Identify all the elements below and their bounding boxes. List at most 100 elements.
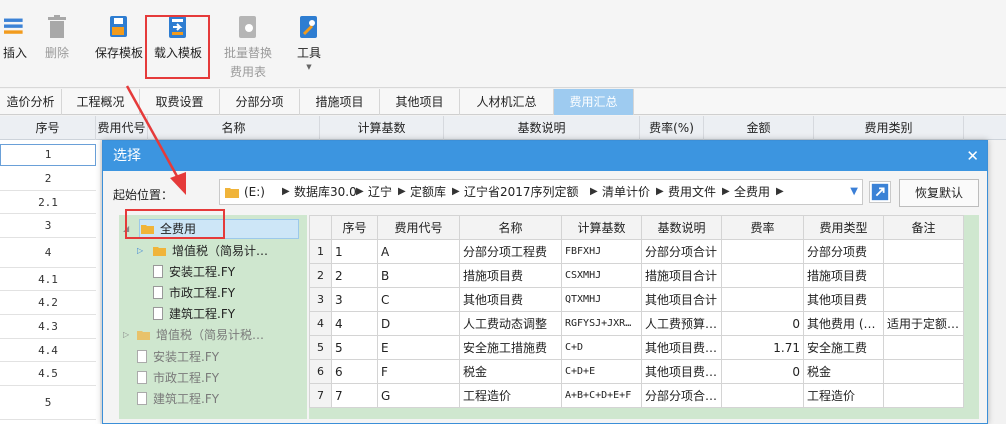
save-template-button[interactable]: 保存模板 xyxy=(92,14,146,61)
tab-measures[interactable]: 措施项目 xyxy=(300,89,380,115)
close-icon[interactable]: ✕ xyxy=(966,141,979,171)
crumb-liaoning[interactable]: 辽宁 xyxy=(368,180,392,204)
table-row[interactable]: 7 7 G 工程造价 A+B+C+D+E+F 分部分项合… 工程造价 xyxy=(309,383,964,408)
tree-node-file[interactable]: 安装工程.FY xyxy=(137,346,219,368)
grid-row[interactable]: 3 xyxy=(0,214,96,238)
expand-icon[interactable]: ▷ xyxy=(123,324,129,346)
crumb-full-fee[interactable]: 全费用 xyxy=(734,180,770,204)
grid-col-rate[interactable]: 费率(%) xyxy=(640,116,704,140)
col-remark[interactable]: 备注 xyxy=(883,215,964,240)
grid-row[interactable]: 4.3 xyxy=(0,315,96,339)
row-number: 2 xyxy=(309,263,332,288)
trash-icon xyxy=(48,15,66,38)
cell-base: C+D xyxy=(561,335,642,360)
table-row[interactable]: 2 2 B 措施项目费 CSXMHJ 措施项目合计 措施项目费 xyxy=(309,263,964,288)
table-row[interactable]: 4 4 D 人工费动态调整 RGFYSJ+JXR… 人工费预算… 0 其他费用 … xyxy=(309,311,964,336)
cell-rate: 0 xyxy=(721,359,804,384)
col-base-desc[interactable]: 基数说明 xyxy=(641,215,722,240)
crumb-quota-lib[interactable]: 定额库 xyxy=(410,180,446,204)
crumb-bill-pricing[interactable]: 清单计价 xyxy=(602,180,650,204)
tab-labor-material[interactable]: 人材机汇总 xyxy=(460,89,554,115)
grid-row[interactable]: 2.1 xyxy=(0,191,96,214)
tools-button[interactable]: 工具 ▼ xyxy=(294,14,324,71)
cell-base-desc: 其他项目合计 xyxy=(641,287,722,312)
fee-table: 序号 费用代号 名称 计算基数 基数说明 费率 费用类型 备注 1 1 A 分部… xyxy=(309,215,964,408)
insert-label: 插入 xyxy=(2,46,27,60)
dialog-title-bar: 选择 ✕ xyxy=(103,141,987,171)
tree-node-label: 建筑工程.FY xyxy=(169,307,236,321)
cell-name: 工程造价 xyxy=(459,383,562,408)
file-icon xyxy=(153,265,163,278)
grid-row[interactable]: 4.2 xyxy=(0,291,96,315)
table-row[interactable]: 5 5 E 安全施工措施费 C+D 其他项目费… 1.71 安全施工费 xyxy=(309,335,964,360)
grid-row[interactable]: 4.1 xyxy=(0,268,96,291)
table-row[interactable]: 6 6 F 税金 C+D+E 其他项目费… 0 税金 xyxy=(309,359,964,384)
tab-cost-analysis[interactable]: 造价分析 xyxy=(0,89,62,115)
grid-row[interactable]: 4 xyxy=(0,238,96,268)
fee-table-panel: 序号 费用代号 名称 计算基数 基数说明 费率 费用类型 备注 1 1 A 分部… xyxy=(309,215,979,419)
tab-project-overview[interactable]: 工程概况 xyxy=(62,89,140,115)
col-code[interactable]: 费用代号 xyxy=(377,215,460,240)
cell-seq: 4 xyxy=(331,311,378,336)
cell-base-desc: 措施项目合计 xyxy=(641,263,722,288)
cell-seq: 7 xyxy=(331,383,378,408)
delete-button[interactable]: 删除 xyxy=(42,14,72,61)
tree-node-vat-simple-dim[interactable]: ▷ 增值税（简易计税… xyxy=(123,324,264,346)
row-number: 4 xyxy=(309,311,332,336)
crumb-separator-icon: ▶ xyxy=(356,186,364,197)
grid-col-seq[interactable]: 序号 xyxy=(0,116,96,140)
tree-node-vat-simple[interactable]: ▷ 增值税（简易计… xyxy=(137,240,268,262)
crumb-separator-icon: ▶ xyxy=(590,186,598,197)
tree-node-file[interactable]: 建筑工程.FY xyxy=(137,388,219,410)
grid-row[interactable]: 4.5 xyxy=(0,362,96,386)
file-icon xyxy=(137,350,147,363)
restore-default-button[interactable]: 恢复默认 xyxy=(899,179,979,207)
table-row[interactable]: 1 1 A 分部分项工程费 FBFXHJ 分部分项合计 分部分项费 xyxy=(309,239,964,264)
expand-icon[interactable]: ▷ xyxy=(137,240,143,262)
crumb-database[interactable]: 数据库30.0 xyxy=(294,180,357,204)
cell-remark xyxy=(883,239,964,264)
batch-replace-label-1: 批量替换 xyxy=(223,46,272,60)
tab-other-items[interactable]: 其他项目 xyxy=(380,89,460,115)
tab-fee-settings[interactable]: 取费设置 xyxy=(140,89,220,115)
cell-base-desc: 其他项目费… xyxy=(641,359,722,384)
batch-replace-button[interactable]: 批量替换 费用表 xyxy=(220,14,276,80)
path-breadcrumb[interactable]: (E:) ▶ 数据库30.0 ▶ 辽宁 ▶ 定额库 ▶ 辽宁省2017序列定额 … xyxy=(219,179,863,205)
grid-row[interactable]: 5 xyxy=(0,386,96,420)
cell-base: C+D+E xyxy=(561,359,642,384)
col-seq[interactable]: 序号 xyxy=(331,215,378,240)
tree-node-file[interactable]: 建筑工程.FY xyxy=(153,303,235,325)
crumb-drive[interactable]: (E:) xyxy=(244,180,265,204)
grid-row[interactable]: 2 xyxy=(0,167,96,191)
col-fee-type[interactable]: 费用类型 xyxy=(803,215,884,240)
tree-node-file[interactable]: 市政工程.FY xyxy=(153,282,235,304)
insert-button[interactable]: 插入 xyxy=(2,14,28,61)
grid-col-category[interactable]: 费用类别 xyxy=(814,116,964,140)
col-rate[interactable]: 费率 xyxy=(721,215,804,240)
grid-row[interactable]: 1 xyxy=(0,144,96,166)
grid-col-name[interactable]: 名称 xyxy=(148,116,320,140)
col-name[interactable]: 名称 xyxy=(459,215,562,240)
crumb-separator-icon: ▶ xyxy=(282,186,290,197)
grid-row[interactable]: 4.4 xyxy=(0,339,96,362)
tab-sub-items[interactable]: 分部分项 xyxy=(220,89,300,115)
cell-code: B xyxy=(377,263,460,288)
table-row[interactable]: 3 3 C 其他项目费 QTXMHJ 其他项目合计 其他项目费 xyxy=(309,287,964,312)
grid-col-base[interactable]: 计算基数 xyxy=(320,116,444,140)
cell-fee-type: 工程造价 xyxy=(803,383,884,408)
col-base[interactable]: 计算基数 xyxy=(561,215,642,240)
tree-node-file[interactable]: 市政工程.FY xyxy=(137,367,219,389)
crumb-quota-series[interactable]: 辽宁省2017序列定额 xyxy=(464,180,579,204)
cell-code: D xyxy=(377,311,460,336)
tree-node-file[interactable]: 安装工程.FY xyxy=(153,261,235,283)
path-dropdown-icon[interactable]: ▼ xyxy=(850,180,858,204)
table-header-row: 序号 费用代号 名称 计算基数 基数说明 费率 费用类型 备注 xyxy=(309,215,964,240)
grid-col-base-desc[interactable]: 基数说明 xyxy=(444,116,640,140)
up-folder-button[interactable] xyxy=(869,181,891,203)
cell-seq: 1 xyxy=(331,239,378,264)
tab-fee-summary[interactable]: 费用汇总 xyxy=(554,89,634,115)
cell-base: FBFXHJ xyxy=(561,239,642,264)
grid-col-code[interactable]: 费用代号 xyxy=(96,116,148,140)
grid-col-amount[interactable]: 金额 xyxy=(704,116,814,140)
crumb-fee-files[interactable]: 费用文件 xyxy=(668,180,716,204)
